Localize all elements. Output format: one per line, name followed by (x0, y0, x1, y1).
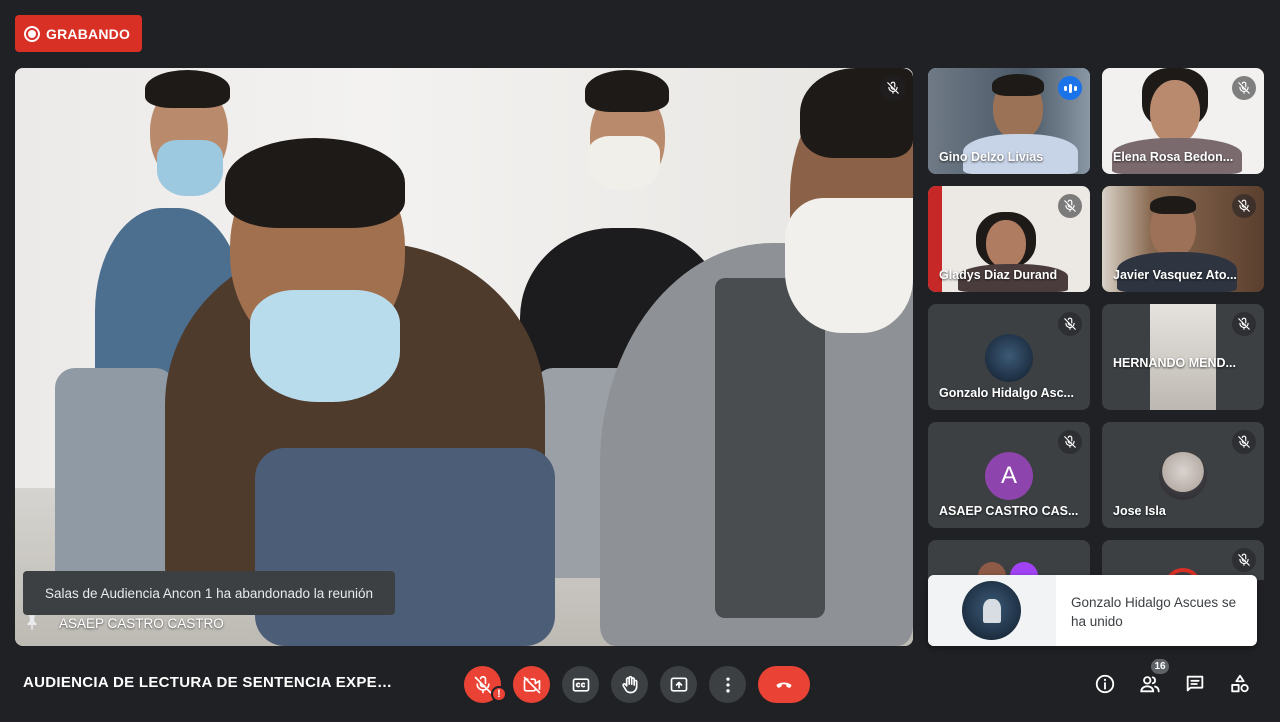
camera-toggle-button[interactable] (513, 666, 550, 703)
video-hair (225, 138, 405, 228)
tile-mic-off-icon (1232, 312, 1256, 336)
mic-warning-icon: ! (491, 686, 507, 702)
main-participant-label: ASAEP CASTRO CASTRO (59, 615, 224, 631)
participant-tile[interactable]: A ASAEP CASTRO CAS... (928, 422, 1090, 528)
recording-label: GRABANDO (46, 25, 131, 42)
video-hair (145, 70, 230, 108)
info-icon (1095, 674, 1115, 694)
present-icon (670, 677, 687, 692)
main-video[interactable] (15, 68, 913, 646)
tile-head (1150, 80, 1200, 144)
main-participant-name: ASAEP CASTRO CASTRO (23, 611, 224, 635)
avatar: A (985, 452, 1033, 500)
tile-name: Javier Vasquez Ato... (1113, 268, 1237, 282)
camera-off-icon (523, 676, 540, 693)
participant-tile[interactable]: Jose Isla (1102, 422, 1264, 528)
tile-hair (992, 74, 1044, 96)
tile-head (986, 220, 1026, 268)
activities-icon (1231, 674, 1249, 693)
video-mask (157, 140, 223, 196)
participant-tile[interactable]: HERNANDO MEND... (1102, 304, 1264, 410)
meeting-info-button[interactable] (1091, 670, 1119, 698)
captions-button[interactable] (562, 666, 599, 703)
record-icon (24, 25, 40, 42)
tile-name: Gonzalo Hidalgo Asc... (939, 386, 1074, 400)
main-mic-off-icon (880, 75, 906, 101)
notification-text: Gonzalo Hidalgo Ascues se ha unido (1071, 595, 1237, 629)
more-options-button[interactable] (709, 666, 746, 703)
avatar (962, 581, 1021, 640)
tile-mic-off-icon (1232, 76, 1256, 100)
participant-tile[interactable]: Gonzalo Hidalgo Asc... (928, 304, 1090, 410)
speaking-indicator-icon (1058, 76, 1082, 100)
tile-mic-off-icon (1058, 194, 1082, 218)
left-meeting-toast: Salas de Audiencia Ancon 1 ha abandonado… (23, 571, 395, 615)
people-icon (1140, 676, 1160, 693)
recording-badge: GRABANDO (15, 15, 143, 52)
captions-icon (572, 677, 589, 692)
tile-mic-off-icon (1232, 548, 1256, 572)
tile-name: Jose Isla (1113, 504, 1166, 518)
participant-tile[interactable] (1102, 540, 1264, 580)
more-icon (725, 677, 730, 692)
tile-mic-off-icon (1232, 194, 1256, 218)
video-person-stripe (715, 278, 825, 618)
tile-mic-off-icon (1058, 430, 1082, 454)
leave-call-button[interactable] (758, 666, 810, 703)
tile-hair (1150, 196, 1196, 214)
mic-off-icon (474, 675, 491, 693)
video-hair (585, 70, 669, 112)
participant-tile[interactable] (928, 540, 1090, 580)
video-mask (785, 198, 913, 333)
tile-name: Gladys Diaz Durand (939, 268, 1058, 282)
tile-name: HERNANDO MEND... (1113, 356, 1236, 370)
video-person-legs (255, 448, 555, 646)
participant-tile[interactable]: Javier Vasquez Ato... (1102, 186, 1264, 292)
chat-icon (1186, 675, 1204, 692)
join-notification: Gonzalo Hidalgo Ascues se ha unido (928, 575, 1257, 646)
people-button[interactable] (1136, 670, 1164, 698)
raise-hand-button[interactable] (611, 666, 648, 703)
pin-icon[interactable] (23, 613, 41, 634)
participant-tile[interactable]: Gino Delzo Livias (928, 68, 1090, 174)
video-mask (588, 136, 660, 190)
meeting-title: AUDIENCIA DE LECTURA DE SENTENCIA EXPEDI… (23, 674, 403, 691)
participants-count-badge: 16 (1151, 659, 1169, 674)
tile-name: Elena Rosa Bedon... (1113, 150, 1234, 164)
avatar (1159, 452, 1207, 500)
video-mask (250, 290, 400, 402)
raise-hand-icon (621, 675, 637, 693)
participant-tile[interactable]: Elena Rosa Bedon... (1102, 68, 1264, 174)
participant-tile[interactable]: Gladys Diaz Durand (928, 186, 1090, 292)
tile-mic-off-icon (1232, 430, 1256, 454)
avatar (985, 334, 1033, 382)
activities-button[interactable] (1226, 670, 1254, 698)
chat-button[interactable] (1181, 670, 1209, 698)
tile-name: ASAEP CASTRO CAS... (939, 504, 1079, 518)
tile-name: Gino Delzo Livias (939, 150, 1044, 164)
present-button[interactable] (660, 666, 697, 703)
tile-mic-off-icon (1058, 312, 1082, 336)
hang-up-icon (776, 682, 792, 688)
notification-avatar-area (928, 575, 1056, 646)
